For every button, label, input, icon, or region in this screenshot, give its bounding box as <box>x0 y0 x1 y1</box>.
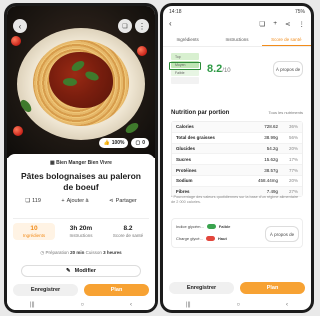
table-row: Protéines 38.57g 77% <box>172 165 302 176</box>
table-row: Sucres 15.62g 17% <box>172 154 302 166</box>
tab-ingredients[interactable]: Ingrédients <box>163 34 212 46</box>
modify-button[interactable]: ✎ Modifier <box>21 265 141 277</box>
back-button[interactable]: ‹ <box>13 19 27 33</box>
android-nav-bar: ||| ○ ‹ <box>7 300 155 310</box>
glycemic-index-row: Indice glycém... Faible <box>176 224 231 229</box>
status-bar: 14:18 75% <box>169 9 305 15</box>
bookmark-icon: ❏ <box>25 198 31 204</box>
health-score-value: 8.2/10 <box>207 63 231 75</box>
rating-badge[interactable]: 👍 100% <box>99 138 129 148</box>
health-score-screen: 14:18 75% ‹ ❏ + ⋖ ⋮ Ingrédients Instructi… <box>163 6 311 310</box>
nav-back-icon[interactable]: ‹ <box>130 302 132 308</box>
save-button[interactable]: Enregistrer <box>169 282 234 294</box>
plan-button[interactable]: Plan <box>84 284 149 296</box>
low-indicator <box>206 224 216 229</box>
bookmark-button[interactable]: ❏ <box>118 19 132 33</box>
bookmark-icon[interactable]: ❏ <box>259 20 265 28</box>
about-health-button[interactable]: À propos de <box>273 61 303 77</box>
high-indicator <box>205 236 215 241</box>
more-icon: ⋮ <box>138 21 146 31</box>
nav-back-icon[interactable]: ‹ <box>286 302 288 308</box>
all-nutrients-link[interactable]: Tous les nutriments <box>269 110 303 115</box>
nutrition-table: Calories 728.62 36% Total des graisses 38.9… <box>171 121 303 198</box>
android-nav-bar: ||| ○ ‹ <box>163 300 311 310</box>
table-row: Glucides 54.2g 20% <box>172 143 302 155</box>
plus-icon: + <box>61 198 65 204</box>
nutrition-title: Nutrition par portion <box>171 110 230 116</box>
back-arrow-icon: ‹ <box>18 21 22 31</box>
cooking-times: ◷ Préparation 20 min Cuisson 3 heures <box>40 250 122 255</box>
recipe-card: ▦ Bien Manger Bien Vivre Pâtes bolognais… <box>7 154 155 310</box>
home-icon[interactable]: ○ <box>237 302 241 308</box>
score-marker <box>169 62 201 70</box>
phone-left: ‹ ❏ ⋮ 👍 100% ▢ 0 ▦ Bien Manger Bien Vivre … <box>4 3 158 313</box>
more-icon[interactable]: ⋮ <box>299 20 306 28</box>
share-button[interactable]: ⋖ Partager <box>109 198 137 204</box>
thumbs-up-icon: 👍 <box>103 140 110 146</box>
recipe-title: Pâtes bolognaises au paleron de boeuf <box>21 171 141 192</box>
edit-icon: ✎ <box>66 268 71 274</box>
recents-icon[interactable]: ||| <box>30 302 35 308</box>
comment-icon: ▢ <box>135 140 141 146</box>
more-button[interactable]: ⋮ <box>135 19 149 33</box>
status-bar <box>7 6 155 18</box>
clock-icon: ◷ <box>40 250 45 255</box>
save-count[interactable]: ❏ 119 <box>25 198 41 204</box>
recents-icon[interactable]: ||| <box>186 302 191 308</box>
stat-ingredients[interactable]: 10 Ingrédients <box>13 223 55 240</box>
home-icon[interactable]: ○ <box>81 302 85 308</box>
brand-name: ▦ Bien Manger Bien Vivre <box>50 160 112 166</box>
add-to-button[interactable]: + Ajouter à <box>61 198 88 204</box>
about-glycemic-button[interactable]: À propos de <box>265 226 299 242</box>
daily-value-note: * Pourcentage des valeurs quotidiennes s… <box>171 195 299 204</box>
glycemic-panel: Indice glycém... Faible Charge glycé... … <box>171 218 303 248</box>
stat-instructions[interactable]: 3h 20m Instructions <box>60 223 102 240</box>
share-icon: ⋖ <box>109 198 114 204</box>
glycemic-load-row: Charge glycé... Haut <box>176 236 227 241</box>
stat-health-score[interactable]: 8.2 Score de santé <box>107 223 149 240</box>
table-row: Total des graisses 38.99g 56% <box>172 133 302 144</box>
add-icon[interactable]: + <box>273 20 277 28</box>
comments-badge[interactable]: ▢ 0 <box>131 138 149 148</box>
health-scale: Top Moyen Faible <box>169 53 201 85</box>
recipe-screen: ‹ ❏ ⋮ 👍 100% ▢ 0 ▦ Bien Manger Bien Vivre … <box>7 6 155 310</box>
phone-right: 14:18 75% ‹ ❏ + ⋖ ⋮ Ingrédients Instructi… <box>160 3 314 313</box>
back-button[interactable]: ‹ <box>169 19 172 28</box>
share-icon[interactable]: ⋖ <box>285 20 290 28</box>
tab-health-score[interactable]: Score de santé <box>261 34 311 46</box>
tab-instructions[interactable]: Instructions <box>212 34 261 46</box>
table-row: Calories 728.62 36% <box>172 122 302 133</box>
save-button[interactable]: Enregistrer <box>13 284 78 296</box>
plan-button[interactable]: Plan <box>240 282 305 294</box>
health-score-panel: Top Moyen Faible 8.2/10 À propos de <box>169 50 303 88</box>
table-row: Sodium 458.44mg 20% <box>172 176 302 187</box>
tab-bar: Ingrédients Instructions Score de santé <box>163 34 311 47</box>
bookmark-icon: ❏ <box>122 23 128 30</box>
